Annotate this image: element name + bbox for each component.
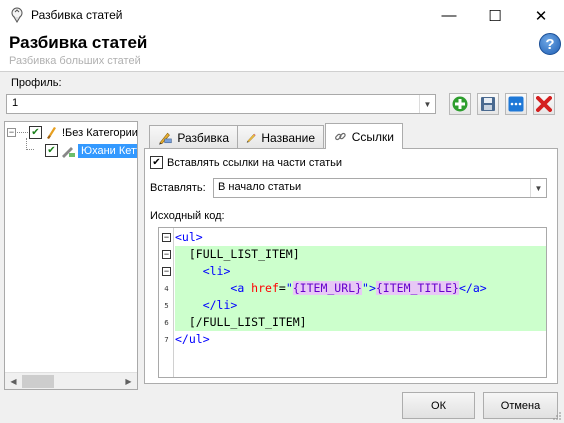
close-window-button[interactable]: ✕: [518, 0, 564, 31]
code-token-tag: <ul>: [175, 230, 203, 244]
brush-icon: [47, 126, 56, 139]
tree-connector: [26, 138, 34, 150]
minimize-button[interactable]: —: [426, 0, 472, 31]
code-line: [/FULL_LIST_ITEM]: [175, 314, 546, 331]
code-token-tag: >: [368, 281, 376, 295]
code-token-txt: [/FULL_LIST_ITEM]: [188, 315, 307, 329]
maximize-button[interactable]: ☐: [472, 0, 518, 31]
chevron-down-icon[interactable]: ▼: [419, 95, 435, 113]
insert-links-checkbox[interactable]: ✔ Вставлять ссылки на части статьи: [150, 156, 342, 169]
code-line: [FULL_LIST_ITEM]: [175, 246, 546, 263]
tree-item-label-selected: Юхани Кетту: [78, 143, 137, 158]
code-gutter: − − − 4 5 6 7: [159, 228, 174, 377]
save-profile-button[interactable]: [477, 93, 499, 115]
source-code-label: Исходный код:: [150, 210, 225, 222]
code-line: <a href="{ITEM_URL}">{ITEM_TITLE}</a>: [175, 280, 546, 297]
red-x-icon: [536, 96, 552, 112]
profile-label: Профиль:: [11, 77, 62, 89]
delete-profile-button[interactable]: [533, 93, 555, 115]
floppy-disk-icon: [481, 97, 495, 111]
tree-item-article[interactable]: ✔ Юхани Кетту: [26, 138, 137, 159]
checkbox-article[interactable]: ✔: [45, 144, 58, 157]
code-line: <ul>: [175, 229, 546, 246]
page-title: Разбивка статей: [9, 33, 148, 52]
insert-label: Вставлять:: [150, 182, 206, 194]
code-token-str: ": [285, 281, 293, 295]
plus-icon: [452, 96, 468, 112]
document-pen-icon: [62, 146, 75, 158]
pencil-icon: [246, 133, 256, 143]
page-subtitle: Разбивка больших статей: [9, 55, 141, 67]
tab-split[interactable]: Разбивка: [149, 125, 238, 149]
link-icon: [335, 132, 346, 141]
code-token-tag: </ul>: [175, 332, 210, 346]
tab-links[interactable]: Ссылки: [325, 123, 403, 149]
tab-label: Ссылки: [351, 129, 394, 144]
insert-value: В начало статьи: [218, 181, 302, 193]
chevron-down-icon[interactable]: ▼: [530, 179, 546, 197]
insert-position-select[interactable]: В начало статьи ▼: [213, 178, 547, 198]
cancel-button[interactable]: Отмена: [483, 392, 558, 419]
fold-toggle-icon[interactable]: −: [162, 233, 171, 242]
collapse-icon[interactable]: −: [7, 128, 16, 137]
line-number: 5: [164, 302, 169, 310]
resize-grip-icon[interactable]: [552, 411, 562, 421]
category-tree[interactable]: − ✔ !Без Категории ✔ Юхани Кетту: [4, 121, 138, 390]
tab-title[interactable]: Название: [237, 125, 324, 149]
code-token-tag: </li>: [202, 298, 238, 312]
code-line: <li>: [175, 263, 546, 280]
scroll-left-icon[interactable]: ◀: [5, 373, 22, 390]
code-token-txt: [FULL_LIST_ITEM]: [188, 247, 300, 261]
code-token-txt: =: [278, 281, 286, 295]
line-number: 4: [164, 285, 169, 293]
tree-horizontal-scrollbar[interactable]: ◀ ▶: [5, 372, 137, 389]
code-token-tag: <li>: [202, 264, 231, 278]
code-line: </ul>: [175, 331, 546, 348]
tree-item-label: !Без Категории: [62, 126, 138, 139]
add-profile-button[interactable]: [449, 93, 471, 115]
code-token-str: ": [362, 281, 369, 295]
tab-label: Название: [261, 130, 315, 145]
scroll-right-icon[interactable]: ▶: [120, 373, 137, 390]
fold-toggle-icon[interactable]: −: [162, 267, 171, 276]
tab-label: Разбивка: [177, 130, 229, 145]
line-number: 7: [164, 336, 169, 344]
more-profile-button[interactable]: [505, 93, 527, 115]
app-icon: [11, 7, 23, 23]
line-number: 6: [164, 319, 169, 327]
ok-button[interactable]: ОК: [402, 392, 475, 419]
checkbox-label: Вставлять ссылки на части статьи: [167, 156, 343, 169]
code-line: </li>: [175, 297, 546, 314]
help-button[interactable]: ?: [539, 33, 561, 55]
window-title: Разбивка статей: [31, 8, 123, 22]
help-icon: ?: [545, 35, 555, 53]
code-token-ph: {ITEM_TITLE}: [375, 281, 459, 295]
tree-connector: [17, 132, 28, 133]
scroll-thumb[interactable]: [22, 375, 54, 388]
fold-toggle-icon[interactable]: −: [162, 250, 171, 259]
code-token-attr: href: [251, 281, 279, 295]
code-token-ph: {ITEM_URL}: [292, 281, 362, 295]
code-editor[interactable]: − − − 4 5 6 7 <ul> [FULL_LIST_ITEM] <li> <a hr…: [158, 227, 547, 378]
code-token-tag: <a: [230, 281, 252, 295]
ellipsis-icon: [508, 96, 524, 112]
pencil-ruler-icon: [158, 132, 172, 145]
profile-value: 1: [12, 97, 19, 109]
code-token-tag: </a>: [458, 281, 487, 295]
checkbox-icon[interactable]: ✔: [150, 156, 163, 169]
profile-select[interactable]: 1 ▼: [6, 94, 436, 114]
